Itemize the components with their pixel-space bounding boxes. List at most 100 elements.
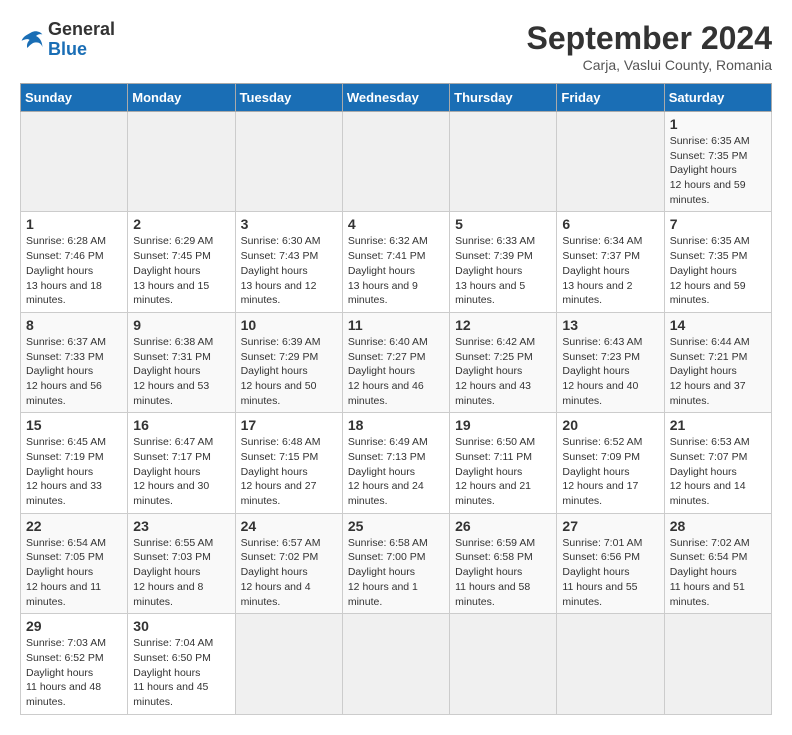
calendar-cell [235,112,342,212]
day-info: Sunrise: 6:58 AMSunset: 7:00 PMDaylight … [348,536,444,609]
col-header-friday: Friday [557,84,664,112]
day-info: Sunrise: 6:47 AMSunset: 7:17 PMDaylight … [133,435,229,508]
day-info: Sunrise: 6:49 AMSunset: 7:13 PMDaylight … [348,435,444,508]
calendar-cell: 24Sunrise: 6:57 AMSunset: 7:02 PMDayligh… [235,513,342,613]
day-info: Sunrise: 6:29 AMSunset: 7:45 PMDaylight … [133,234,229,307]
calendar-cell: 25 Sunrise: 6:58 AMSunset: 7:00 PMDayligh… [342,513,449,613]
calendar-week-row: 29 Sunrise: 7:03 AMSunset: 6:52 PMDayligh… [21,614,772,714]
day-number: 14 [670,317,766,333]
calendar-cell: 2 Sunrise: 6:29 AMSunset: 7:45 PMDaylight… [128,212,235,312]
calendar-cell: 12Sunrise: 6:42 AMSunset: 7:25 PMDayligh… [450,312,557,412]
day-number: 26 [455,518,551,534]
day-info: Sunrise: 6:54 AMSunset: 7:05 PMDaylight … [26,536,122,609]
calendar-cell [450,614,557,714]
day-number: 7 [670,216,766,232]
day-info: Sunrise: 7:02 AMSunset: 6:54 PMDaylight … [670,536,766,609]
calendar-cell: 1 Sunrise: 6:28 AMSunset: 7:46 PMDaylight… [21,212,128,312]
calendar-cell: 6 Sunrise: 6:34 AMSunset: 7:37 PMDaylight… [557,212,664,312]
day-info: Sunrise: 6:33 AMSunset: 7:39 PMDaylight … [455,234,551,307]
day-number: 2 [133,216,229,232]
day-number: 13 [562,317,658,333]
day-number: 22 [26,518,122,534]
day-number: 29 [26,618,122,634]
day-info: Sunrise: 6:48 AMSunset: 7:15 PMDaylight … [241,435,337,508]
day-number: 5 [455,216,551,232]
day-number: 16 [133,417,229,433]
page-header: General Blue September 2024 Carja, Vaslu… [20,20,772,73]
day-info: Sunrise: 6:40 AMSunset: 7:27 PMDaylight … [348,335,444,408]
day-info: Sunrise: 6:28 AMSunset: 7:46 PMDaylight … [26,234,122,307]
day-number: 18 [348,417,444,433]
calendar-cell: 9 Sunrise: 6:38 AMSunset: 7:31 PMDaylight… [128,312,235,412]
day-info: Sunrise: 6:35 AMSunset: 7:35 PMDaylight … [670,134,766,207]
calendar-cell [557,112,664,212]
calendar-cell [21,112,128,212]
calendar-week-row: 22 Sunrise: 6:54 AMSunset: 7:05 PMDayligh… [21,513,772,613]
day-number: 25 [348,518,444,534]
day-number: 6 [562,216,658,232]
day-number: 15 [26,417,122,433]
day-info: Sunrise: 6:30 AMSunset: 7:43 PMDaylight … [241,234,337,307]
logo-blue-text: Blue [48,39,87,59]
col-header-saturday: Saturday [664,84,771,112]
day-info: Sunrise: 6:35 AMSunset: 7:35 PMDaylight … [670,234,766,307]
calendar-week-row: 1 Sunrise: 6:28 AMSunset: 7:46 PMDaylight… [21,212,772,312]
day-info: Sunrise: 7:04 AMSunset: 6:50 PMDaylight … [133,636,229,709]
calendar-cell: 20Sunrise: 6:52 AMSunset: 7:09 PMDayligh… [557,413,664,513]
calendar-week-row: 1Sunrise: 6:35 AMSunset: 7:35 PMDaylight… [21,112,772,212]
calendar-week-row: 15Sunrise: 6:45 AMSunset: 7:19 PMDayligh… [21,413,772,513]
day-number: 1 [26,216,122,232]
day-info: Sunrise: 6:55 AMSunset: 7:03 PMDaylight … [133,536,229,609]
calendar-cell: 13 Sunrise: 6:43 AMSunset: 7:23 PMDayligh… [557,312,664,412]
day-info: Sunrise: 7:03 AMSunset: 6:52 PMDaylight … [26,636,122,709]
day-number: 12 [455,317,551,333]
calendar-cell [128,112,235,212]
day-info: Sunrise: 7:01 AMSunset: 6:56 PMDaylight … [562,536,658,609]
calendar-cell: 10Sunrise: 6:39 AMSunset: 7:29 PMDayligh… [235,312,342,412]
day-number: 19 [455,417,551,433]
day-number: 30 [133,618,229,634]
calendar-cell: 22 Sunrise: 6:54 AMSunset: 7:05 PMDayligh… [21,513,128,613]
calendar-cell: 18 Sunrise: 6:49 AMSunset: 7:13 PMDayligh… [342,413,449,513]
month-title: September 2024 [527,20,772,57]
calendar-cell: 17Sunrise: 6:48 AMSunset: 7:15 PMDayligh… [235,413,342,513]
title-block: September 2024 Carja, Vaslui County, Rom… [527,20,772,73]
day-info: Sunrise: 6:43 AMSunset: 7:23 PMDaylight … [562,335,658,408]
day-number: 23 [133,518,229,534]
day-info: Sunrise: 6:37 AMSunset: 7:33 PMDaylight … [26,335,122,408]
day-number: 4 [348,216,444,232]
day-info: Sunrise: 6:50 AMSunset: 7:11 PMDaylight … [455,435,551,508]
day-number: 27 [562,518,658,534]
logo-bird-icon [20,28,44,52]
col-header-monday: Monday [128,84,235,112]
day-number: 24 [241,518,337,534]
calendar-cell: 3 Sunrise: 6:30 AMSunset: 7:43 PMDaylight… [235,212,342,312]
calendar-cell: 8Sunrise: 6:37 AMSunset: 7:33 PMDaylight… [21,312,128,412]
calendar-cell: 14 Sunrise: 6:44 AMSunset: 7:21 PMDayligh… [664,312,771,412]
day-number: 28 [670,518,766,534]
col-header-sunday: Sunday [21,84,128,112]
day-info: Sunrise: 6:34 AMSunset: 7:37 PMDaylight … [562,234,658,307]
calendar-cell: 15Sunrise: 6:45 AMSunset: 7:19 PMDayligh… [21,413,128,513]
calendar-table: SundayMondayTuesdayWednesdayThursdayFrid… [20,83,772,715]
calendar-cell [342,614,449,714]
calendar-cell [450,112,557,212]
calendar-cell: 23 Sunrise: 6:55 AMSunset: 7:03 PMDayligh… [128,513,235,613]
calendar-cell: 26Sunrise: 6:59 AMSunset: 6:58 PMDayligh… [450,513,557,613]
day-number: 3 [241,216,337,232]
col-header-tuesday: Tuesday [235,84,342,112]
calendar-cell: 5 Sunrise: 6:33 AMSunset: 7:39 PMDaylight… [450,212,557,312]
calendar-cell: 21Sunrise: 6:53 AMSunset: 7:07 PMDayligh… [664,413,771,513]
calendar-cell: 4 Sunrise: 6:32 AMSunset: 7:41 PMDaylight… [342,212,449,312]
logo: General Blue [20,20,115,60]
day-info: Sunrise: 6:38 AMSunset: 7:31 PMDaylight … [133,335,229,408]
day-info: Sunrise: 6:44 AMSunset: 7:21 PMDaylight … [670,335,766,408]
day-info: Sunrise: 6:32 AMSunset: 7:41 PMDaylight … [348,234,444,307]
location-subtitle: Carja, Vaslui County, Romania [527,57,772,73]
calendar-cell: 28 Sunrise: 7:02 AMSunset: 6:54 PMDayligh… [664,513,771,613]
day-number: 9 [133,317,229,333]
calendar-cell: 19 Sunrise: 6:50 AMSunset: 7:11 PMDayligh… [450,413,557,513]
calendar-cell: 16 Sunrise: 6:47 AMSunset: 7:17 PMDayligh… [128,413,235,513]
day-info: Sunrise: 6:39 AMSunset: 7:29 PMDaylight … [241,335,337,408]
calendar-cell [342,112,449,212]
